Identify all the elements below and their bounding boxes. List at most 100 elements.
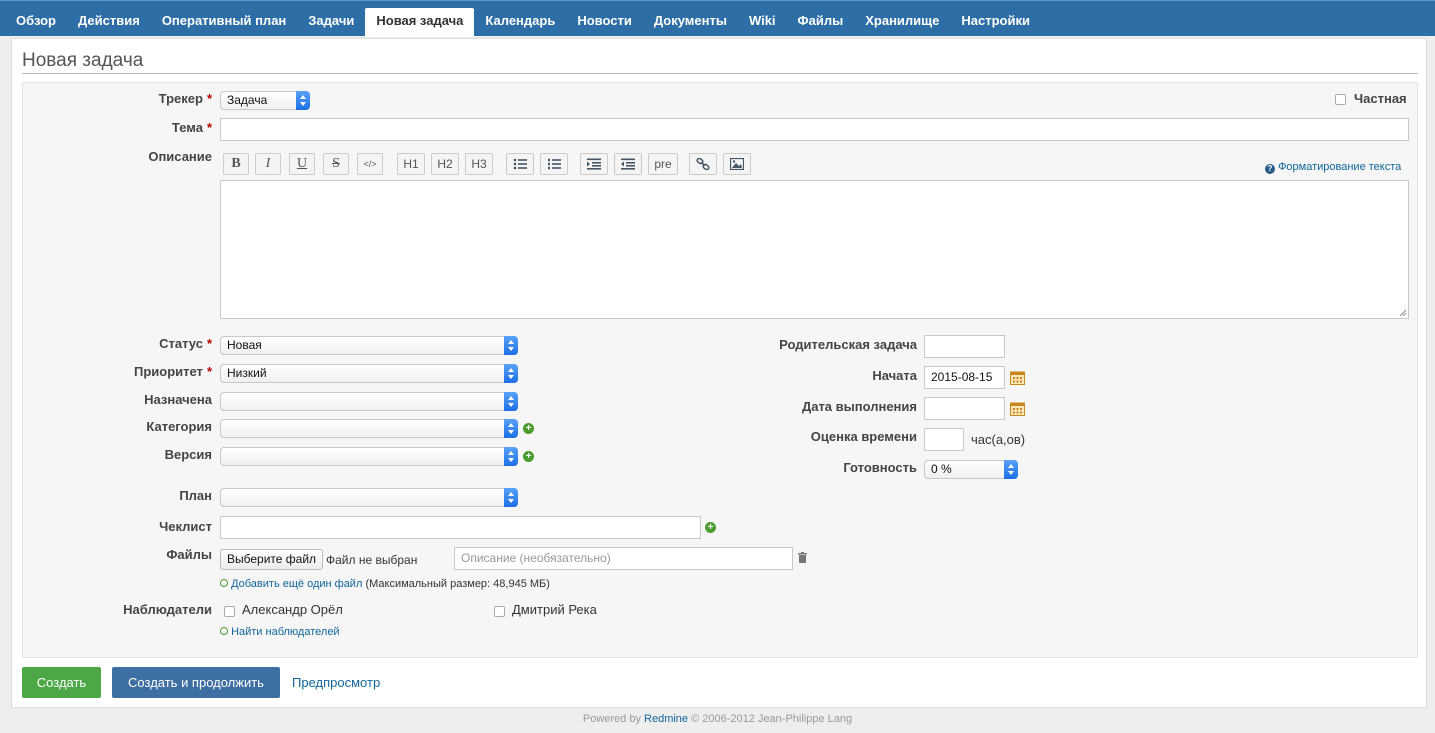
select-arrow-icon <box>296 91 310 110</box>
image-button[interactable] <box>723 153 751 175</box>
watchers-label: Наблюдатели <box>123 602 212 617</box>
search-watchers-row: Найти наблюдателей <box>220 626 340 638</box>
files-label: Файлы <box>166 547 212 562</box>
select-arrow-icon <box>504 364 518 383</box>
formatting-help[interactable]: ? Форматирование текста <box>1265 161 1401 174</box>
main-menu: Обзор Действия Оперативный план Задачи Н… <box>0 0 1435 37</box>
link-button[interactable] <box>689 153 717 175</box>
select-arrow-icon <box>504 488 518 507</box>
checklist-label: Чеклист <box>159 519 212 534</box>
footer-powered-by: Powered by <box>582 713 641 725</box>
assignee-select[interactable] <box>220 392 518 411</box>
heading3-button[interactable]: H3 <box>465 153 493 175</box>
status-label: Статус * <box>159 336 212 351</box>
no-file-text: Файл не выбран <box>326 553 418 567</box>
max-file-size: (Максимальный размер: 48,945 МБ) <box>365 578 550 590</box>
bold-button[interactable]: B <box>223 153 249 175</box>
formatting-help-link[interactable]: Форматирование текста <box>1278 161 1401 173</box>
inline-code-button[interactable]: </> <box>357 153 383 175</box>
due-date-input[interactable] <box>924 397 1005 420</box>
add-another-file-link[interactable]: Добавить ещё один файл <box>231 578 362 590</box>
ordered-list-button[interactable] <box>540 153 568 175</box>
watcher-checkbox[interactable] <box>494 606 505 617</box>
tab-roadmap[interactable]: Оперативный план <box>151 8 297 34</box>
hours-unit: час(а,ов) <box>971 432 1026 447</box>
unquote-button[interactable] <box>614 153 642 175</box>
page-title: Новая задача <box>22 50 144 71</box>
help-icon: ? <box>1265 164 1275 174</box>
create-button[interactable]: Создать <box>22 667 101 698</box>
tracker-label: Трекер * <box>158 91 212 106</box>
underline-button[interactable]: U <box>289 153 315 175</box>
heading2-button[interactable]: H2 <box>431 153 459 175</box>
start-date-label: Начата <box>872 368 917 383</box>
search-watchers-link[interactable]: Найти наблюдателей <box>231 626 340 638</box>
description-textarea[interactable] <box>220 180 1409 319</box>
tab-settings[interactable]: Настройки <box>950 8 1041 34</box>
add-watcher-icon <box>220 627 228 635</box>
tab-new-issue[interactable]: Новая задача <box>365 8 475 37</box>
strikethrough-button[interactable]: S <box>323 153 349 175</box>
plan-select[interactable] <box>220 488 518 507</box>
tab-documents[interactable]: Документы <box>643 8 738 34</box>
tab-wiki[interactable]: Wiki <box>738 8 787 34</box>
tab-calendar[interactable]: Календарь <box>474 8 566 34</box>
trash-icon[interactable] <box>798 552 807 563</box>
status-select[interactable]: Новая <box>220 336 518 355</box>
choose-file-button[interactable]: Выберите файл <box>220 549 324 570</box>
tab-overview[interactable]: Обзор <box>5 8 67 34</box>
ordered-list-icon <box>548 158 561 170</box>
file-description-input[interactable]: Описание (необязательно) <box>454 547 793 570</box>
priority-label: Приоритет * <box>133 364 212 379</box>
link-icon <box>696 157 710 171</box>
priority-select[interactable]: Низкий <box>220 364 518 383</box>
checklist-input[interactable] <box>220 516 701 539</box>
footer-copyright: © 2006-2012 Jean-Philippe Lang <box>691 713 853 725</box>
tab-activity[interactable]: Действия <box>67 8 151 34</box>
category-label: Категория <box>146 419 212 434</box>
estimated-time-label: Оценка времени <box>810 429 917 444</box>
watcher-checkbox[interactable] <box>224 606 235 617</box>
version-select[interactable] <box>220 447 518 466</box>
start-date-input[interactable]: 2015-08-15 <box>924 366 1005 389</box>
description-label: Описание <box>148 149 212 164</box>
parent-issue-input[interactable] <box>924 335 1005 358</box>
quote-button[interactable] <box>580 153 608 175</box>
add-category-icon[interactable]: + <box>523 423 534 434</box>
add-checklist-item-icon[interactable]: + <box>705 522 716 533</box>
watcher-name: Александр Орёл <box>242 602 343 617</box>
resize-handle-icon[interactable] <box>1399 309 1407 317</box>
done-ratio-select[interactable]: 0 % <box>924 460 1018 479</box>
select-arrow-icon <box>504 392 518 411</box>
issue-form: Трекер * Задача Частная Тема * Описание B … <box>22 82 1418 658</box>
heading1-button[interactable]: H1 <box>397 153 425 175</box>
select-arrow-icon <box>504 336 518 355</box>
tab-repository[interactable]: Хранилище <box>854 8 950 34</box>
select-arrow-icon <box>1004 460 1018 479</box>
preformatted-button[interactable]: pre <box>648 153 678 175</box>
done-ratio-label: Готовность <box>843 460 917 475</box>
tab-news[interactable]: Новости <box>566 8 643 34</box>
image-icon <box>729 157 745 171</box>
add-version-icon[interactable]: + <box>523 451 534 462</box>
calendar-icon[interactable] <box>1010 401 1025 416</box>
preview-link[interactable]: Предпросмотр <box>292 675 380 690</box>
create-and-continue-button[interactable]: Создать и продолжить <box>112 667 280 698</box>
estimated-time-input[interactable] <box>924 428 964 451</box>
select-arrow-icon <box>504 447 518 466</box>
subject-input[interactable] <box>220 118 1409 141</box>
italic-button[interactable]: I <box>255 153 281 175</box>
add-file-row: Добавить ещё один файл (Максимальный раз… <box>220 578 550 590</box>
unordered-list-button[interactable] <box>506 153 534 175</box>
indent-icon <box>587 158 601 170</box>
private-checkbox[interactable] <box>1335 94 1346 105</box>
calendar-icon[interactable] <box>1010 370 1025 385</box>
version-label: Версия <box>164 447 212 462</box>
subject-label: Тема * <box>171 120 212 135</box>
tab-files[interactable]: Файлы <box>787 8 855 34</box>
category-select[interactable] <box>220 419 518 438</box>
tracker-select[interactable]: Задача <box>220 91 310 110</box>
tab-issues[interactable]: Задачи <box>297 8 365 34</box>
title-divider <box>22 73 1418 74</box>
redmine-link[interactable]: Redmine <box>644 713 688 725</box>
